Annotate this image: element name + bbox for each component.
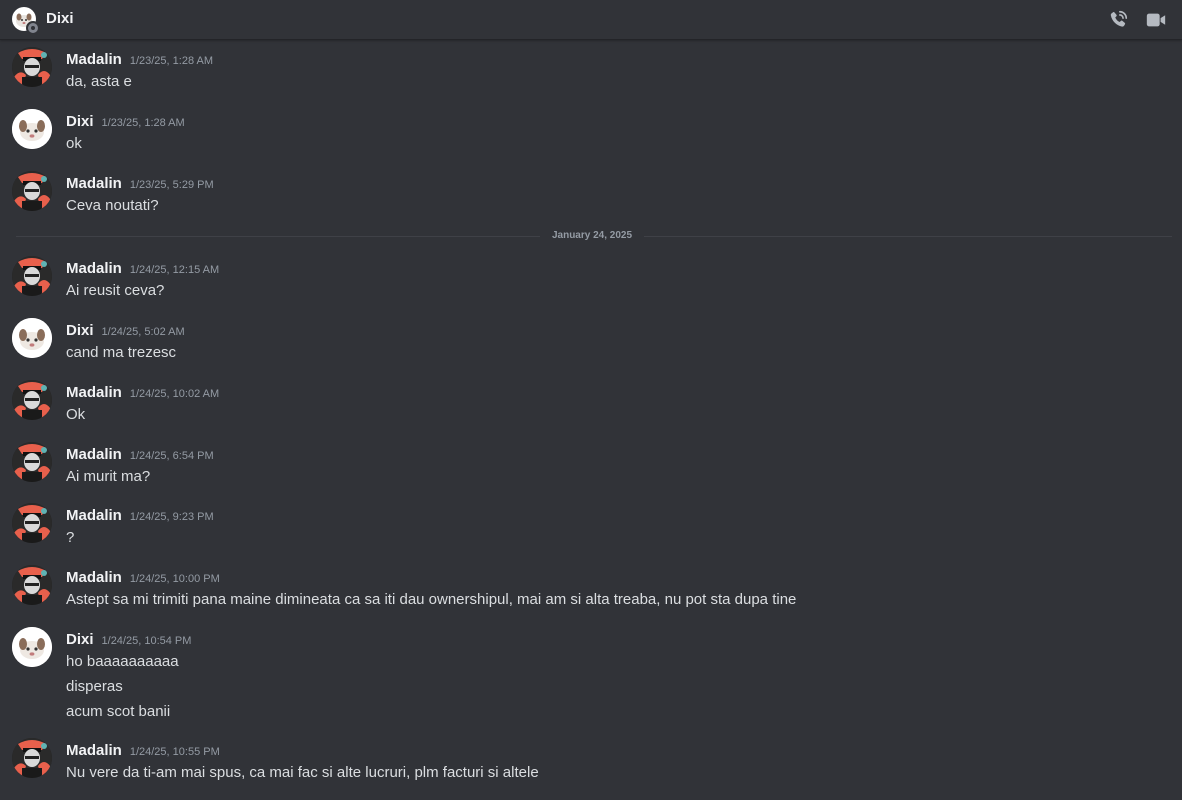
dm-title: Dixi: [46, 10, 74, 27]
message-text: disperas: [66, 678, 123, 695]
message-header: Madalin 1/24/25, 10:00 PM: [66, 569, 220, 586]
message-text: ?: [66, 529, 75, 546]
message-text: Nu vere da ti-am mai spus, ca mai fac si…: [66, 764, 539, 781]
author-name[interactable]: Madalin: [66, 51, 122, 68]
message-header: Madalin 1/23/25, 5:29 PM: [66, 175, 214, 192]
offline-status-icon: [26, 21, 40, 35]
message-timestamp[interactable]: 1/24/25, 5:02 AM: [102, 326, 185, 338]
message-timestamp[interactable]: 1/24/25, 10:00 PM: [130, 573, 220, 585]
author-name[interactable]: Dixi: [66, 631, 94, 648]
message-timestamp[interactable]: 1/24/25, 10:55 PM: [130, 746, 220, 758]
dm-header: Dixi: [0, 0, 1182, 40]
message-text: acum scot banii: [66, 703, 171, 720]
author-name[interactable]: Madalin: [66, 384, 122, 401]
phone-call-icon[interactable]: [1106, 8, 1130, 32]
message-header: Madalin 1/24/25, 12:15 AM: [66, 260, 219, 277]
author-name[interactable]: Madalin: [66, 175, 122, 192]
author-name[interactable]: Dixi: [66, 322, 94, 339]
message-header: Dixi 1/24/25, 10:54 PM: [66, 631, 191, 648]
message-timestamp[interactable]: 1/24/25, 12:15 AM: [130, 264, 219, 276]
message-header: Madalin 1/24/25, 10:55 PM: [66, 742, 220, 759]
message-timestamp[interactable]: 1/23/25, 1:28 AM: [102, 117, 185, 129]
author-name[interactable]: Madalin: [66, 446, 122, 463]
message-header: Dixi 1/24/25, 5:02 AM: [66, 322, 185, 339]
message-text: ho baaaaaaaaaa: [66, 653, 179, 670]
message-text: Ok: [66, 406, 86, 423]
message-list: Madalin 1/23/25, 1:28 AM da, asta e Dixi…: [0, 41, 1182, 800]
message-timestamp[interactable]: 1/24/25, 6:54 PM: [130, 450, 214, 462]
madalin-avatar[interactable]: [12, 442, 52, 482]
message-header: Madalin 1/24/25, 10:02 AM: [66, 384, 219, 401]
author-name[interactable]: Madalin: [66, 260, 122, 277]
author-name[interactable]: Madalin: [66, 507, 122, 524]
message-timestamp[interactable]: 1/23/25, 5:29 PM: [130, 179, 214, 191]
dixi-avatar[interactable]: [12, 627, 52, 667]
author-name[interactable]: Madalin: [66, 742, 122, 759]
message-text: da, asta e: [66, 73, 132, 90]
message-text: Ai murit ma?: [66, 468, 151, 485]
message-timestamp[interactable]: 1/23/25, 1:28 AM: [130, 55, 213, 67]
message-text: Ai reusit ceva?: [66, 282, 165, 299]
madalin-avatar[interactable]: [12, 256, 52, 296]
message-header: Madalin 1/24/25, 9:23 PM: [66, 507, 214, 524]
video-camera-icon[interactable]: [1144, 8, 1168, 32]
message-text: Ceva noutati?: [66, 197, 159, 214]
dixi-avatar[interactable]: [12, 318, 52, 358]
author-name[interactable]: Madalin: [66, 569, 122, 586]
madalin-avatar[interactable]: [12, 738, 52, 778]
message-text: ok: [66, 135, 82, 152]
dixi-avatar[interactable]: [12, 109, 52, 149]
message-timestamp[interactable]: 1/24/25, 10:02 AM: [130, 388, 219, 400]
message-header: Madalin 1/24/25, 6:54 PM: [66, 446, 214, 463]
madalin-avatar[interactable]: [12, 565, 52, 605]
madalin-avatar[interactable]: [12, 47, 52, 87]
message-header: Dixi 1/23/25, 1:28 AM: [66, 113, 185, 130]
author-name[interactable]: Dixi: [66, 113, 94, 130]
madalin-avatar[interactable]: [12, 380, 52, 420]
message-timestamp[interactable]: 1/24/25, 10:54 PM: [102, 635, 192, 647]
message-header: Madalin 1/23/25, 1:28 AM: [66, 51, 213, 68]
madalin-avatar[interactable]: [12, 171, 52, 211]
message-text: cand ma trezesc: [66, 344, 177, 361]
message-timestamp[interactable]: 1/24/25, 9:23 PM: [130, 511, 214, 523]
date-divider-label: January 24, 2025: [540, 230, 644, 241]
message-text: Astept sa mi trimiti pana maine dimineat…: [66, 591, 797, 608]
madalin-avatar[interactable]: [12, 503, 52, 543]
